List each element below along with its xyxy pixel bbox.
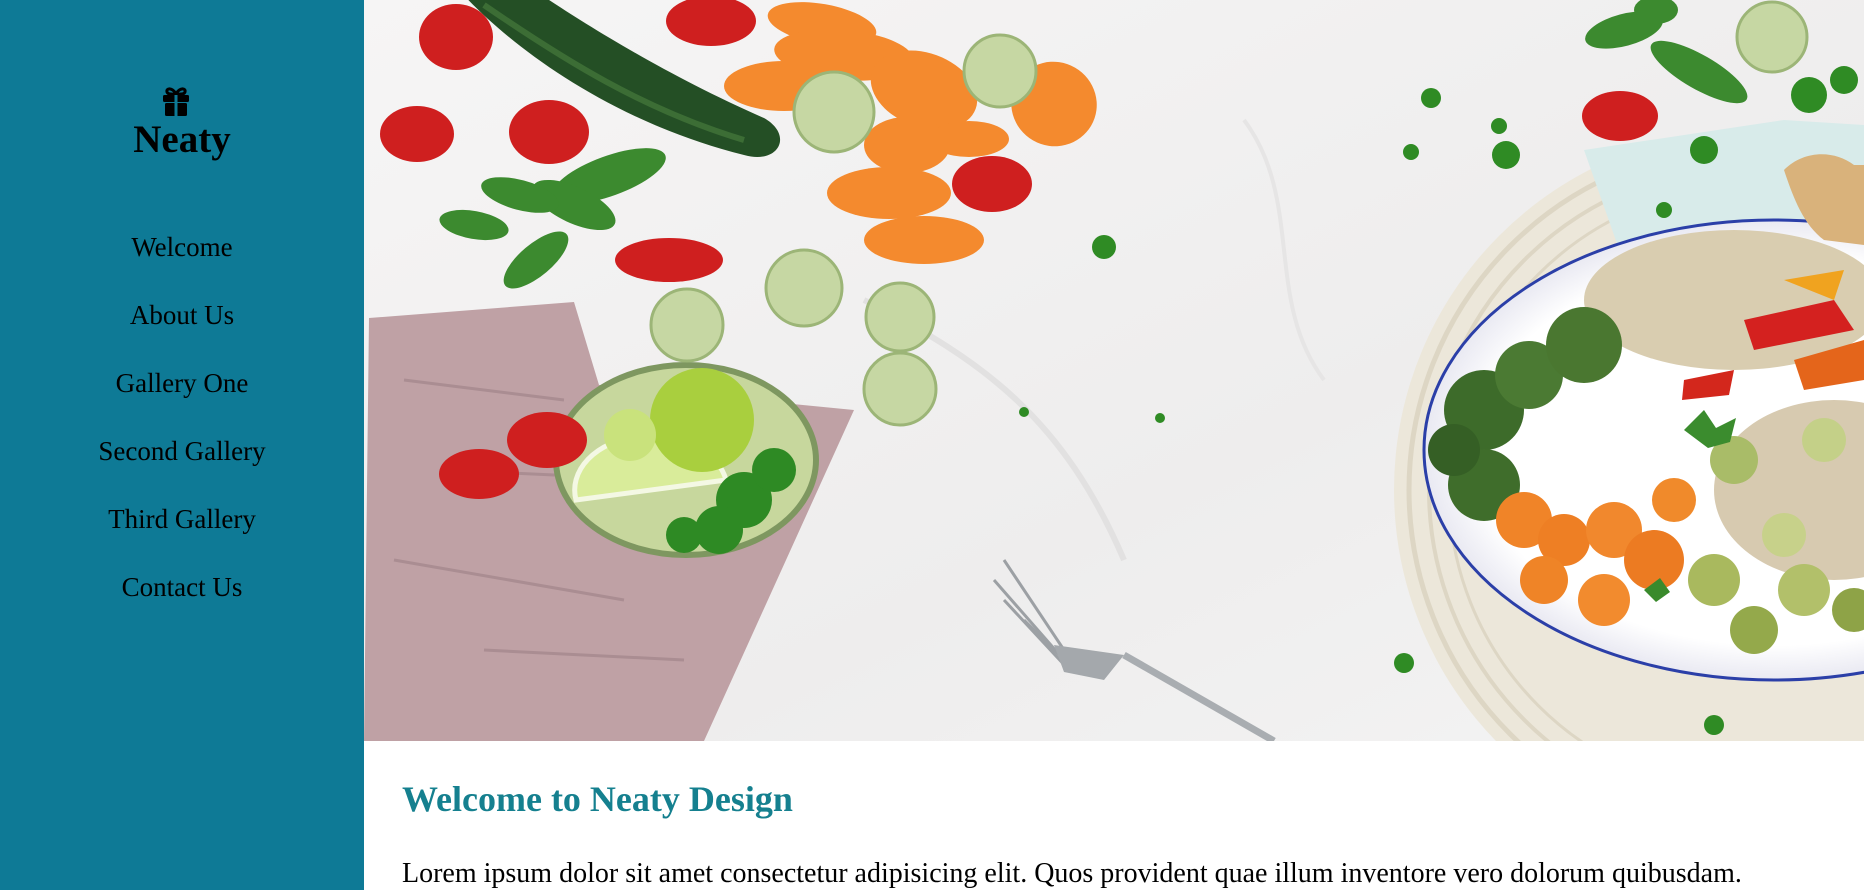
nav-item-third-gallery[interactable]: Third Gallery bbox=[0, 494, 364, 562]
main-nav: Welcome About Us Gallery One Second Gall… bbox=[0, 222, 364, 630]
gift-icon bbox=[163, 87, 189, 116]
main-content: Welcome to Neaty Design Lorem ipsum dolo… bbox=[364, 741, 1864, 890]
nav-item-gallery-one[interactable]: Gallery One bbox=[0, 358, 364, 426]
hero-image bbox=[364, 0, 1864, 741]
nav-item-contact-us[interactable]: Contact Us bbox=[0, 562, 364, 630]
intro-paragraph: Lorem ipsum dolor sit amet consectetur a… bbox=[402, 858, 1742, 889]
sidebar: Neaty Welcome About Us Gallery One Secon… bbox=[0, 0, 364, 890]
nav-item-about-us[interactable]: About Us bbox=[0, 290, 364, 358]
nav-item-second-gallery[interactable]: Second Gallery bbox=[0, 426, 364, 494]
brand-name[interactable]: Neaty bbox=[0, 117, 364, 163]
page-title: Welcome to Neaty Design bbox=[402, 779, 793, 819]
nav-item-welcome[interactable]: Welcome bbox=[0, 222, 364, 290]
